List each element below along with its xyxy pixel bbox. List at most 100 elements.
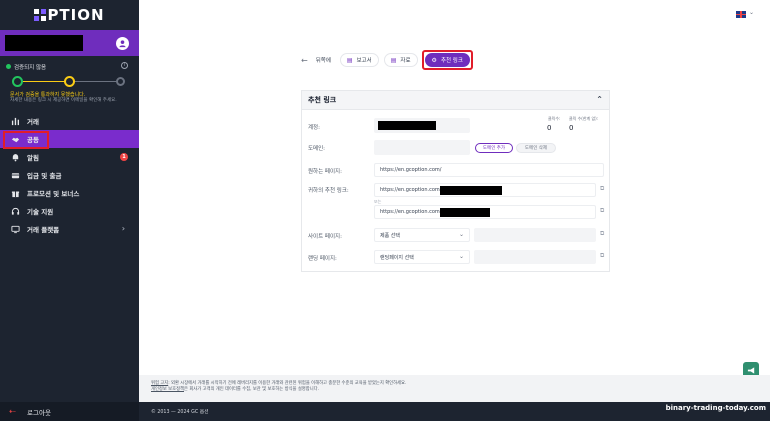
topbar: ⌄ bbox=[139, 0, 770, 30]
panel-header[interactable]: 추천 링크 ⌃ bbox=[302, 91, 609, 110]
chevron-down-icon: ⌄ bbox=[458, 253, 464, 260]
sidebar-item-trade[interactable]: 거래 bbox=[0, 112, 139, 130]
chevron-up-icon[interactable]: ⌃ bbox=[596, 95, 603, 104]
arrow-left-icon: ← bbox=[301, 55, 308, 65]
tab-materials[interactable]: ▤ 자료 bbox=[383, 53, 418, 67]
logout-button[interactable]: ⇠ 로그아웃 bbox=[0, 402, 139, 421]
account-label: 계정: bbox=[308, 125, 320, 131]
tab-label: 보고서 bbox=[356, 58, 372, 64]
annotation-highlight bbox=[3, 131, 49, 149]
copy-icon[interactable]: ⧉ bbox=[600, 252, 604, 260]
document-icon: ▤ bbox=[390, 56, 397, 64]
megaphone-icon bbox=[747, 366, 754, 374]
logo[interactable]: PTION bbox=[0, 0, 139, 30]
desired-page-input[interactable]: https://en.gcoption.com/ bbox=[374, 163, 604, 177]
landing-page-output bbox=[474, 250, 596, 264]
avatar-icon[interactable] bbox=[116, 37, 129, 50]
privacy-policy-text: 은 회사가 고객의 개인 데이터를 수집, 보관 및 보호하는 방식을 설명합니… bbox=[184, 387, 319, 393]
chevron-right-icon: › bbox=[121, 224, 125, 233]
referral-link-1-redacted bbox=[440, 186, 502, 195]
domain-field[interactable] bbox=[374, 140, 470, 155]
referral-link-2-redacted bbox=[440, 208, 490, 217]
privacy-policy-link[interactable]: 개인정보 보호정책 bbox=[151, 387, 184, 392]
landing-page-select[interactable]: 랜딩페이지 선택 ⌄ bbox=[374, 250, 470, 264]
delete-domain-button[interactable]: 도메인 삭제 bbox=[516, 143, 556, 153]
clicks-unique-label: 클릭 수(한계 없): bbox=[569, 116, 599, 121]
referral-link-2-prefix: https://en.gcoption.com bbox=[380, 209, 440, 215]
landing-page-label: 랜딩 페이지: bbox=[308, 256, 337, 262]
document-icon: ▤ bbox=[346, 56, 353, 64]
info-icon[interactable]: i bbox=[121, 62, 128, 69]
site-page-select-value: 제품 선택 bbox=[380, 232, 400, 239]
footer-disclaimer: 위험 고지: 외환 시장에서 거래를 시작하기 전에 레버리지를 이용한 거래와… bbox=[139, 375, 770, 402]
chevron-down-icon: ⌄ bbox=[458, 231, 464, 238]
clicks-value: 0 bbox=[547, 124, 552, 132]
sidebar-item-label: 거래 플랫폼 bbox=[27, 226, 60, 234]
sidebar-item-notifications[interactable]: 알림 1 bbox=[0, 148, 139, 166]
panel-title: 추천 링크 bbox=[308, 96, 337, 104]
card-icon bbox=[10, 170, 20, 180]
uk-flag-icon[interactable] bbox=[736, 11, 746, 18]
domain-label: 도메인: bbox=[308, 146, 326, 152]
sidebar-item-support[interactable]: 기술 지원 bbox=[0, 202, 139, 220]
bell-icon bbox=[10, 152, 20, 162]
referral-link-panel: 추천 링크 ⌃ 계정: 클릭수: 0 클릭 수(한계 없): 0 도메인: 도메… bbox=[301, 90, 610, 272]
clicks-label: 클릭수: bbox=[548, 116, 561, 121]
notification-badge: 1 bbox=[120, 153, 128, 161]
site-page-select[interactable]: 제품 선택 ⌄ bbox=[374, 228, 470, 242]
risk-warning-link[interactable]: 위험 고지 bbox=[151, 381, 168, 386]
tab-label: 추천 링크 bbox=[440, 58, 463, 64]
step-3-icon bbox=[116, 77, 125, 86]
annotation-highlight: ⚙ 추천 링크 bbox=[421, 50, 473, 70]
watermark: binary-trading-today.com bbox=[665, 404, 766, 412]
sidebar-item-label: 입금 및 출금 bbox=[27, 172, 62, 180]
add-domain-button[interactable]: 도메인 추가 bbox=[475, 143, 513, 153]
verification-title: 검증되지 않음 bbox=[14, 65, 47, 71]
breadcrumb: ← 뒤쪽에 ▤ 보고서 ▤ 자료 ⚙ 추천 링크 bbox=[301, 50, 473, 70]
gear-icon: ⚙ bbox=[431, 56, 437, 64]
clicks-unique-value: 0 bbox=[569, 124, 574, 132]
logout-icon: ⇠ bbox=[9, 407, 16, 416]
account-header[interactable] bbox=[0, 30, 139, 56]
sidebar-item-label: 거래 bbox=[27, 118, 39, 126]
sidebar-item-label: 알림 bbox=[27, 154, 39, 162]
account-redacted bbox=[378, 121, 436, 130]
sidebar-item-label: 기술 지원 bbox=[27, 208, 54, 216]
chevron-down-icon[interactable]: ⌄ bbox=[749, 9, 754, 16]
monitor-icon bbox=[10, 224, 20, 234]
logo-text: PTION bbox=[47, 6, 105, 24]
account-name-redacted bbox=[5, 35, 83, 51]
sidebar-item-platforms[interactable]: 거래 플랫폼 › bbox=[0, 220, 139, 238]
landing-page-select-value: 랜딩페이지 선택 bbox=[380, 254, 414, 261]
risk-warning-text: : 외환 시장에서 거래를 시작하기 전에 레버리지를 이용한 거래와 관련된 … bbox=[168, 381, 407, 386]
status-dot-icon bbox=[6, 64, 11, 69]
step-1-icon bbox=[12, 76, 23, 87]
sidebar: PTION 검증되지 않음 i 문서가 검증을 통과하지 못했습니다. 자세한 … bbox=[0, 0, 139, 421]
copyright: © 2013 — 2024 GC 옵션 bbox=[151, 410, 209, 415]
logo-icon bbox=[34, 9, 47, 21]
step-2-icon bbox=[64, 76, 75, 87]
back-label: 뒤쪽에 bbox=[315, 58, 331, 64]
tab-reports[interactable]: ▤ 보고서 bbox=[339, 53, 379, 67]
gift-icon bbox=[10, 188, 20, 198]
copy-icon[interactable]: ⧉ bbox=[600, 207, 604, 215]
desired-page-label: 원하는 페이지: bbox=[308, 169, 342, 175]
verification-progress bbox=[12, 76, 125, 88]
headset-icon bbox=[10, 206, 20, 216]
site-page-output bbox=[474, 228, 596, 242]
copy-icon[interactable]: ⧉ bbox=[600, 230, 604, 238]
chart-icon bbox=[10, 116, 20, 126]
logout-label: 로그아웃 bbox=[27, 408, 51, 417]
sidebar-item-deposit[interactable]: 입금 및 출금 bbox=[0, 166, 139, 184]
copy-icon[interactable]: ⧉ bbox=[600, 185, 604, 193]
verification-sub: 자세한 내용은 링크 시 제공하면 이메일을 확인해 주세요. bbox=[10, 98, 117, 103]
tab-label: 자료 bbox=[400, 58, 411, 64]
main-content: ← 뒤쪽에 ▤ 보고서 ▤ 자료 ⚙ 추천 링크 추천 링크 ⌃ 계정: 클릭수… bbox=[139, 30, 770, 405]
tab-referral-link[interactable]: ⚙ 추천 링크 bbox=[424, 53, 470, 67]
your-link-label: 귀하의 추천 링크: bbox=[308, 188, 349, 194]
referral-link-1-prefix: https://en.gcoption.com bbox=[380, 187, 440, 193]
back-button[interactable]: ← 뒤쪽에 bbox=[301, 56, 331, 65]
sidebar-item-promotions[interactable]: 프로모션 및 보너스 bbox=[0, 184, 139, 202]
sidebar-item-label: 프로모션 및 보너스 bbox=[27, 190, 80, 198]
site-page-label: 사이트 페이지: bbox=[308, 234, 342, 240]
